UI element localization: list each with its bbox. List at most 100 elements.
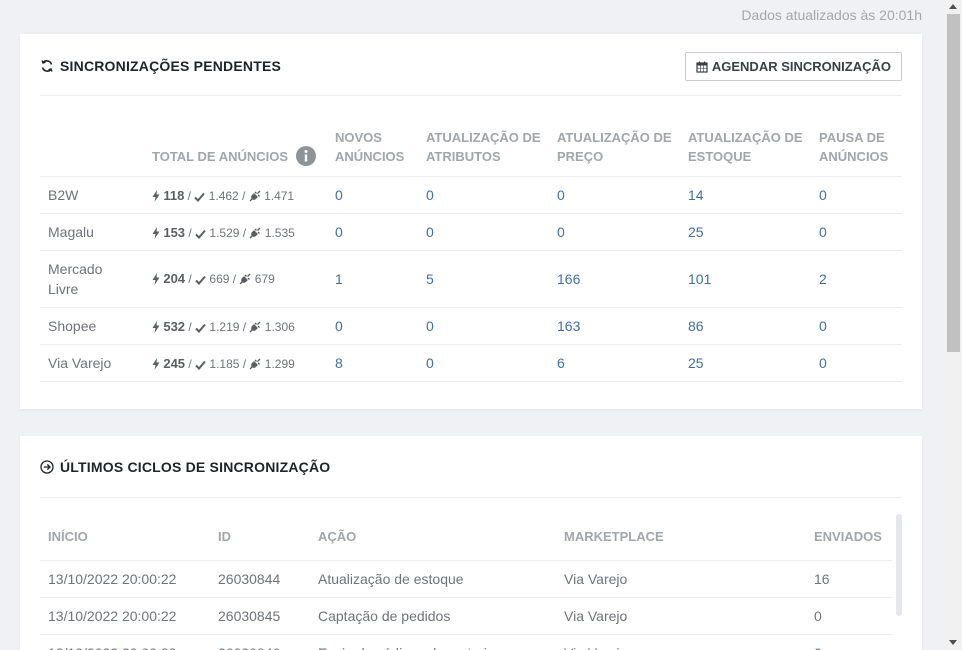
novos-value[interactable]: 0 — [327, 307, 418, 345]
pending-total: 118 — [163, 187, 185, 203]
disconnected-total: 1.471 — [264, 188, 295, 203]
preco-value[interactable]: 0 — [549, 176, 680, 214]
history-sent: 0 — [806, 597, 892, 635]
atributos-value[interactable]: 5 — [418, 250, 549, 308]
total-ads-cell: 118 / 1.462 / 1.471 — [144, 176, 327, 214]
unplug-icon — [249, 358, 261, 369]
scroll-down-arrow-icon[interactable] — [949, 640, 957, 645]
pausa-value[interactable]: 2 — [811, 250, 902, 308]
col-atributos: ATUALIZAÇÃO DE ATRIBUTOS — [418, 122, 549, 177]
history-start: 13/10/2022 20:00:22 — [40, 597, 210, 635]
pending-table-header-row: TOTAL DE ANÚNCIOS NOVOS ANÚNCIOS ATUALIZ… — [40, 122, 902, 177]
history-table: INÍCIO ID AÇÃO MARKETPLACE ENVIADOS 13/1… — [40, 514, 892, 650]
novos-value[interactable]: 1 — [327, 250, 418, 308]
pending-sync-title-text: SINCRONIZAÇÕES PENDENTES — [60, 58, 282, 74]
col-enviados: ENVIADOS — [806, 514, 892, 561]
atributos-value[interactable]: 0 — [418, 213, 549, 251]
history-table-container[interactable]: INÍCIO ID AÇÃO MARKETPLACE ENVIADOS 13/1… — [40, 514, 902, 650]
estoque-value[interactable]: 86 — [680, 307, 811, 345]
atributos-value[interactable]: 0 — [418, 307, 549, 345]
synced-total: 1.462 — [208, 188, 239, 203]
check-icon — [195, 360, 206, 370]
novos-value[interactable]: 0 — [327, 213, 418, 251]
estoque-value[interactable]: 25 — [680, 213, 811, 251]
arrow-circle-right-icon — [40, 460, 54, 474]
pausa-value[interactable]: 0 — [811, 344, 902, 382]
updated-timestamp: Dados atualizados às 20:01h — [741, 7, 922, 23]
page-scrollbar-thumb[interactable] — [947, 14, 960, 352]
history-card: ÚLTIMOS CICLOS DE SINCRONIZAÇÃO INÍCIO I… — [20, 436, 922, 650]
pending-sync-title: SINCRONIZAÇÕES PENDENTES — [40, 58, 281, 74]
history-action: Envio de códigos de rastreio — [310, 634, 556, 650]
history-row[interactable]: 13/10/2022 20:00:2226030846Envio de códi… — [40, 634, 892, 650]
estoque-value[interactable]: 101 — [680, 250, 811, 308]
col-inicio: INÍCIO — [40, 514, 210, 561]
novos-value[interactable]: 0 — [327, 176, 418, 214]
synced-total: 669 — [209, 272, 230, 286]
bolt-icon — [152, 226, 160, 239]
bolt-icon — [152, 357, 160, 370]
history-marketplace: Via Varejo — [556, 634, 806, 650]
history-scrollbar[interactable] — [896, 514, 902, 616]
marketplace-name: Magalu — [40, 213, 144, 251]
history-action: Atualização de estoque — [310, 560, 556, 598]
history-marketplace: Via Varejo — [556, 597, 806, 635]
pending-row: B2W 118 / 1.462 / 1.471 0 0 0 14 0 — [40, 176, 902, 214]
col-marketplace — [40, 122, 144, 177]
atributos-value[interactable]: 0 — [418, 176, 549, 214]
col-novos: NOVOS ANÚNCIOS — [327, 122, 418, 177]
sync-icon — [41, 60, 53, 72]
total-ads-cell: 204 / 669 / 679 — [144, 250, 327, 308]
pending-sync-header: SINCRONIZAÇÕES PENDENTES AGENDAR SINCRON… — [40, 34, 902, 96]
page-scrollbar[interactable] — [945, 0, 962, 650]
marketplace-name: Via Varejo — [40, 344, 144, 382]
pending-row: Shopee 532 / 1.219 / 1.306 0 0 163 86 0 — [40, 307, 902, 345]
col-total-label: TOTAL DE ANÚNCIOS — [152, 148, 289, 164]
col-total: TOTAL DE ANÚNCIOS — [144, 122, 327, 177]
history-start: 13/10/2022 20:00:22 — [40, 634, 210, 650]
preco-value[interactable]: 166 — [549, 250, 680, 308]
history-id: 26030846 — [210, 634, 310, 650]
total-ads-cell: 245 / 1.185 / 1.299 — [144, 344, 327, 382]
pending-sync-table: TOTAL DE ANÚNCIOS NOVOS ANÚNCIOS ATUALIZ… — [40, 122, 902, 382]
schedule-sync-button[interactable]: AGENDAR SINCRONIZAÇÃO — [684, 52, 902, 81]
atributos-value[interactable]: 0 — [418, 344, 549, 382]
history-title-text: ÚLTIMOS CICLOS DE SINCRONIZAÇÃO — [60, 459, 331, 475]
unplug-icon — [249, 190, 261, 201]
marketplace-name: Mercado Livre — [40, 250, 144, 308]
estoque-value[interactable]: 25 — [680, 344, 811, 382]
info-icon[interactable] — [296, 146, 317, 166]
novos-value[interactable]: 8 — [327, 344, 418, 382]
disconnected-total: 1.299 — [264, 356, 295, 371]
pending-row: Via Varejo 245 / 1.185 / 1.299 8 0 6 25 0 — [40, 344, 902, 382]
pausa-value[interactable]: 0 — [811, 176, 902, 214]
check-icon — [195, 323, 206, 333]
unplug-icon — [239, 273, 251, 285]
bolt-icon — [152, 189, 160, 202]
history-start: 13/10/2022 20:00:22 — [40, 560, 210, 598]
pending-row: Magalu 153 / 1.529 / 1.535 0 0 0 25 0 — [40, 213, 902, 251]
synced-total: 1.185 — [209, 356, 240, 371]
scroll-up-arrow-icon[interactable] — [949, 4, 957, 9]
pausa-value[interactable]: 0 — [811, 213, 902, 251]
pausa-value[interactable]: 0 — [811, 307, 902, 345]
history-row[interactable]: 13/10/2022 20:00:22 26030844 Atualização d… — [40, 560, 892, 598]
history-id: 26030844 — [210, 560, 310, 598]
check-icon — [195, 229, 206, 239]
disconnected-total: 1.535 — [264, 225, 295, 240]
history-row[interactable]: 13/10/2022 20:00:22 26030845 Captação de p… — [40, 597, 892, 635]
marketplace-name: B2W — [40, 176, 144, 214]
estoque-value[interactable]: 14 — [680, 176, 811, 214]
pending-total: 153 — [163, 224, 186, 240]
col-estoque: ATUALIZAÇÃO DE ESTOQUE — [680, 122, 811, 177]
col-pausa: PAUSA DE ANÚNCIOS — [811, 122, 902, 177]
history-sent: 0 — [806, 634, 892, 650]
total-ads-cell: 532 / 1.219 / 1.306 — [144, 307, 327, 345]
preco-value[interactable]: 163 — [549, 307, 680, 345]
col-history-marketplace: MARKETPLACE — [556, 514, 806, 561]
preco-value[interactable]: 0 — [549, 213, 680, 251]
calendar-icon — [696, 61, 708, 73]
preco-value[interactable]: 6 — [549, 344, 680, 382]
synced-total: 1.219 — [209, 319, 240, 334]
col-preco: ATUALIZAÇÃO DE PREÇO — [549, 122, 680, 177]
